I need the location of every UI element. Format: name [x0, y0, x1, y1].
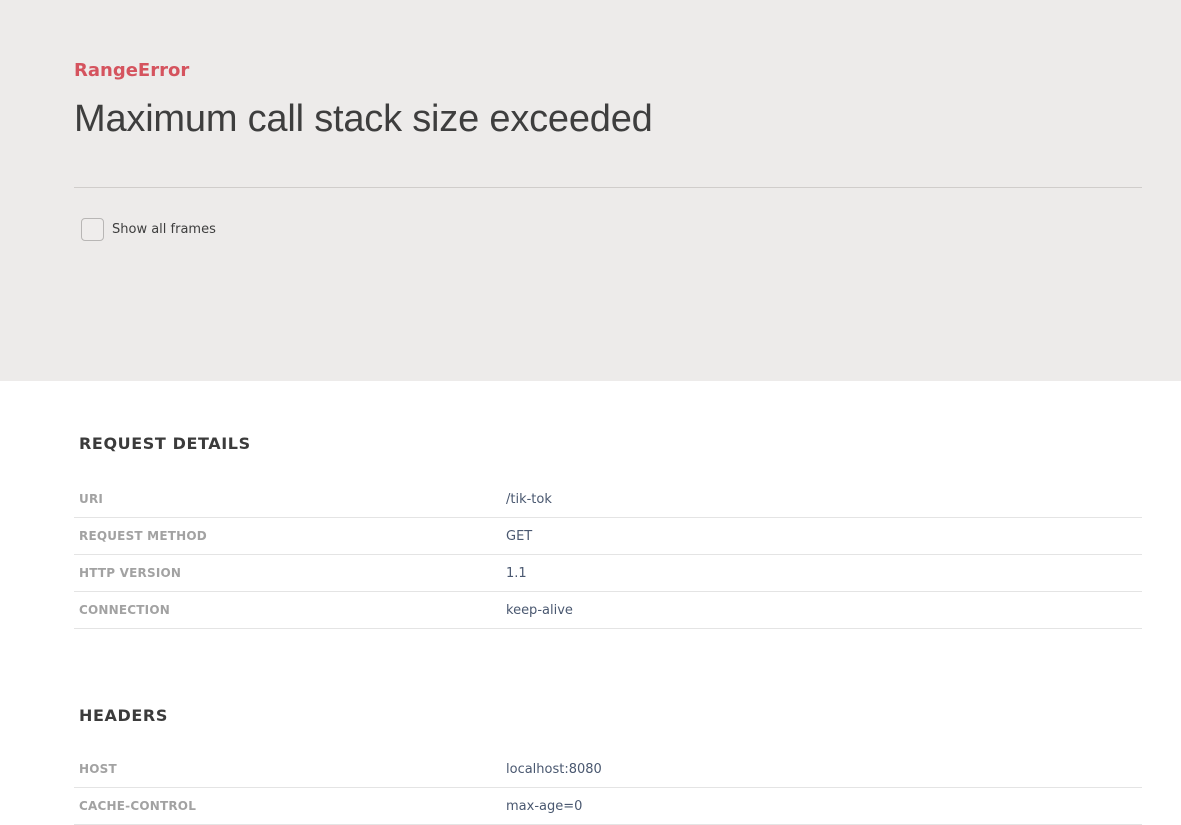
table-row: CACHE-CONTROL max-age=0: [74, 788, 1142, 825]
row-value: /tik-tok: [506, 491, 552, 507]
table-row: REQUEST METHOD GET: [74, 518, 1142, 555]
row-value: max-age=0: [506, 798, 583, 814]
row-key: CACHE-CONTROL: [79, 799, 197, 813]
row-key: CONNECTION: [79, 603, 170, 617]
table-row: CONNECTION keep-alive: [74, 592, 1142, 629]
row-value: 1.1: [506, 565, 527, 581]
show-all-frames-checkbox[interactable]: [81, 218, 104, 241]
row-value: GET: [506, 528, 533, 544]
table-row: URI /tik-tok: [74, 481, 1142, 518]
header-divider: [74, 187, 1142, 188]
headers-table: HOST localhost:8080 CACHE-CONTROL max-ag…: [74, 751, 1142, 825]
table-row: HTTP VERSION 1.1: [74, 555, 1142, 592]
row-key: REQUEST METHOD: [79, 529, 207, 543]
request-details-section: REQUEST DETAILS URI /tik-tok REQUEST MET…: [74, 433, 1142, 629]
row-key: HTTP VERSION: [79, 566, 182, 580]
request-details-table: URI /tik-tok REQUEST METHOD GET HTTP VER…: [74, 481, 1142, 629]
show-all-frames-label: Show all frames: [112, 222, 216, 237]
error-message: Maximum call stack size exceeded: [74, 98, 653, 140]
row-key: HOST: [79, 762, 117, 776]
table-row: HOST localhost:8080: [74, 751, 1142, 788]
headers-title: HEADERS: [79, 706, 168, 725]
error-name: RangeError: [74, 60, 190, 81]
row-value: keep-alive: [506, 602, 573, 618]
request-details-title: REQUEST DETAILS: [79, 434, 251, 453]
row-value: localhost:8080: [506, 761, 602, 777]
headers-section: HEADERS HOST localhost:8080 CACHE-CONTRO…: [74, 705, 1142, 825]
row-key: URI: [79, 492, 104, 506]
error-header: RangeError Maximum call stack size excee…: [0, 0, 1181, 381]
show-all-frames-toggle[interactable]: Show all frames: [81, 218, 216, 241]
